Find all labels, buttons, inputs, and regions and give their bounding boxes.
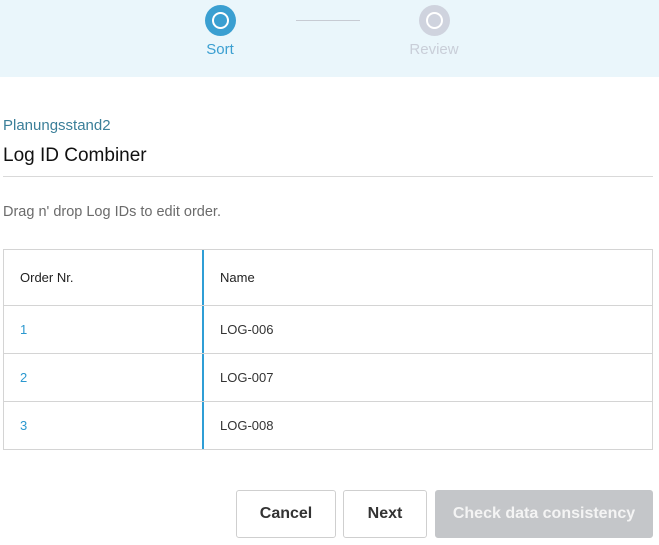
title-divider: [3, 176, 653, 177]
table-body: 1 LOG-006 2 LOG-007 3 LOG-008: [4, 305, 652, 449]
name-cell: LOG-006: [220, 322, 274, 337]
step-active-indicator-icon: [204, 5, 236, 36]
step-inactive-indicator-icon: [418, 5, 450, 36]
order-cell: 2: [4, 354, 204, 401]
page-subtitle: Planungsstand2: [3, 117, 111, 134]
step-review-label: Review: [409, 41, 459, 58]
name-cell: LOG-008: [220, 418, 274, 433]
stepper: Sort Review: [0, 0, 659, 77]
column-header-name[interactable]: Name: [204, 250, 652, 305]
step-connector: [296, 20, 360, 21]
step-sort[interactable]: Sort: [190, 5, 250, 58]
name-cell: LOG-007: [220, 370, 274, 385]
next-button[interactable]: Next: [343, 490, 427, 538]
step-review[interactable]: Review: [404, 5, 464, 58]
table-row[interactable]: 2 LOG-007: [4, 353, 652, 401]
check-data-consistency-button[interactable]: Check data consistency: [435, 490, 653, 538]
table-row[interactable]: 1 LOG-006: [4, 305, 652, 353]
table-row[interactable]: 3 LOG-008: [4, 401, 652, 449]
log-id-table: Order Nr. Name 1 LOG-006 2 LOG-007 3 LOG…: [3, 249, 653, 450]
step-sort-label: Sort: [206, 41, 234, 58]
order-cell: 3: [4, 402, 204, 449]
instruction-text: Drag n' drop Log IDs to edit order.: [3, 204, 221, 220]
order-cell: 1: [4, 306, 204, 353]
table-header-row: Order Nr. Name: [4, 250, 652, 305]
column-header-order[interactable]: Order Nr.: [4, 250, 204, 305]
cancel-button[interactable]: Cancel: [236, 490, 336, 538]
page-title: Log ID Combiner: [3, 145, 147, 166]
